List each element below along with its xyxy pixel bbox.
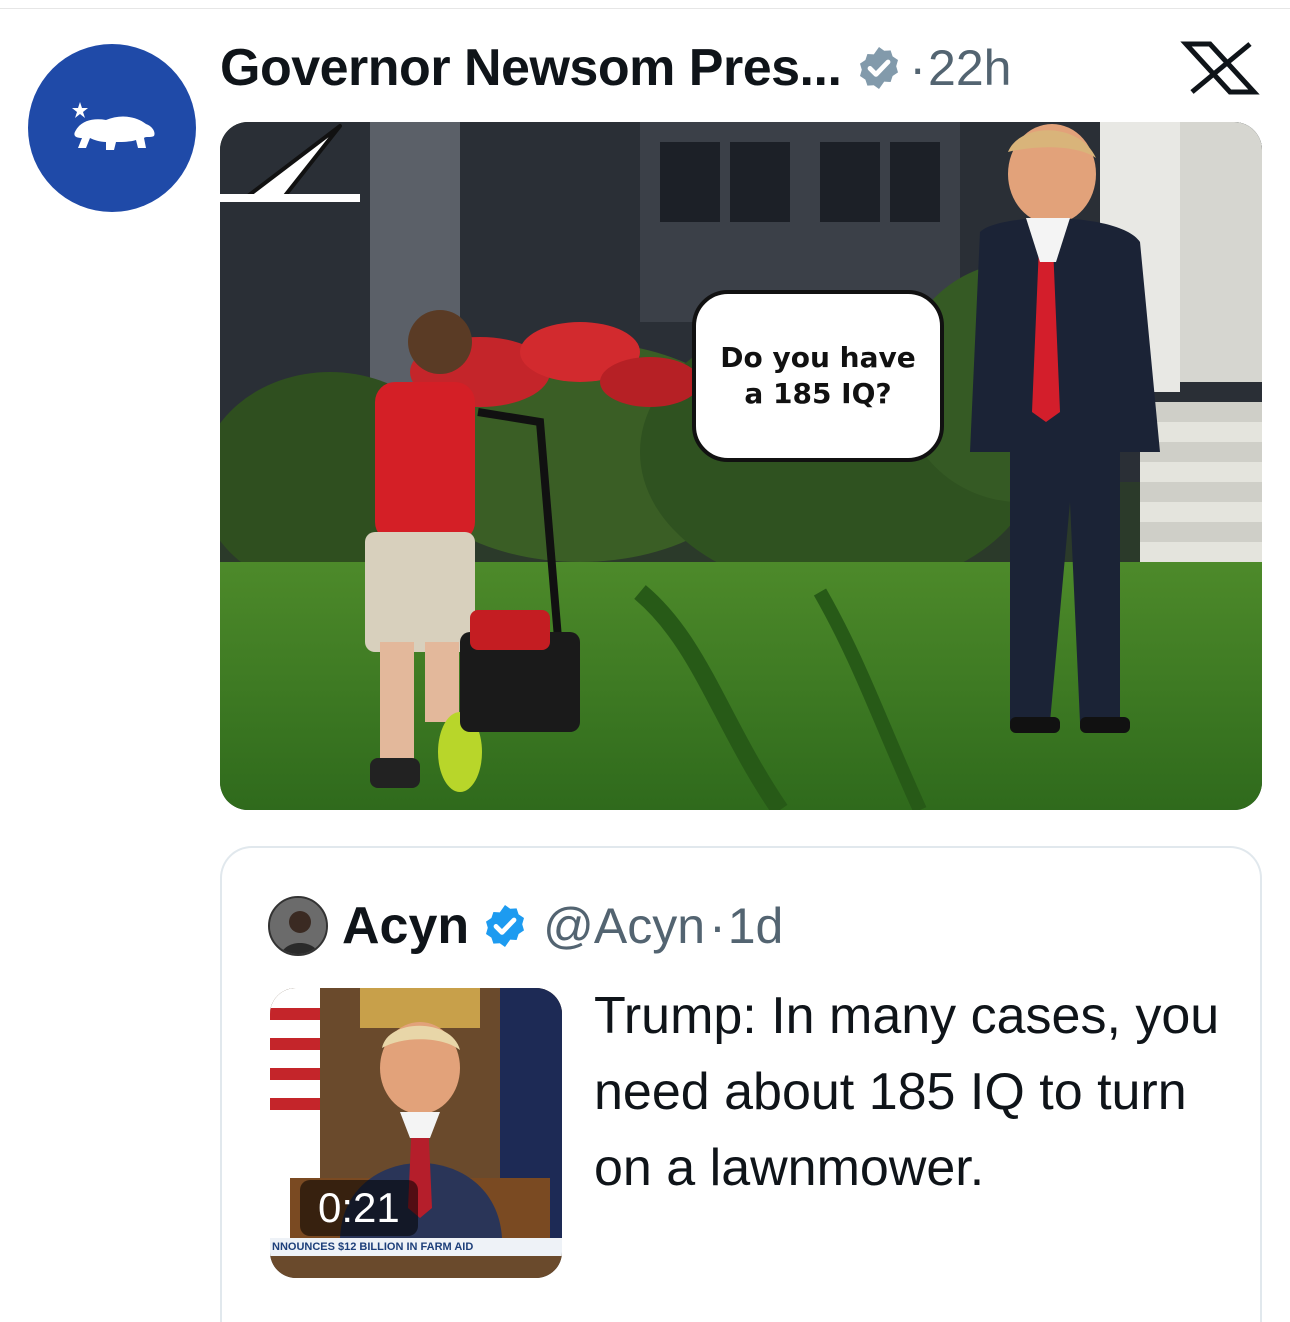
quoted-author-name[interactable]: Acyn bbox=[342, 896, 469, 956]
verified-badge-icon[interactable] bbox=[855, 44, 903, 92]
top-divider bbox=[0, 8, 1290, 9]
quoted-post-header: Acyn @Acyn · 1d bbox=[268, 894, 783, 958]
quoted-post-text: Trump: In many cases, you need about 185… bbox=[594, 987, 1220, 1197]
speech-bubble-tail bbox=[220, 124, 360, 202]
lawn-scene-illustration bbox=[220, 122, 1262, 810]
post-header: Governor Newsom Pres... · 22h bbox=[220, 36, 1011, 100]
speech-bubble-line-2: a 185 IQ? bbox=[744, 377, 892, 410]
x-logo-icon[interactable] bbox=[1180, 40, 1260, 96]
video-chyron: NNOUNCES $12 BILLION IN FARM AID bbox=[270, 1238, 562, 1256]
person-avatar-icon bbox=[270, 898, 326, 954]
quoted-author-avatar[interactable] bbox=[268, 896, 328, 956]
speech-bubble-line-1: Do you have bbox=[720, 341, 916, 374]
bear-emblem-icon bbox=[72, 102, 155, 150]
quoted-post-card[interactable]: Acyn @Acyn · 1d 0:21 NNOUNCES $12 BILLIO… bbox=[220, 846, 1262, 1322]
separator-dot: · bbox=[709, 898, 726, 954]
quoted-video-thumbnail[interactable]: 0:21 NNOUNCES $12 BILLION IN FARM AID bbox=[270, 988, 562, 1278]
speech-bubble: Do you have a 185 IQ? bbox=[692, 290, 944, 462]
post-timestamp[interactable]: 22h bbox=[928, 39, 1011, 97]
video-duration-badge: 0:21 bbox=[300, 1180, 418, 1236]
post-image[interactable]: Do you have a 185 IQ? bbox=[220, 122, 1262, 810]
quoted-post-timestamp[interactable]: 1d bbox=[728, 897, 784, 955]
author-avatar[interactable] bbox=[28, 44, 196, 212]
separator-dot: · bbox=[909, 40, 927, 96]
verified-badge-icon[interactable] bbox=[481, 902, 529, 950]
quoted-author-handle[interactable]: @Acyn bbox=[543, 897, 705, 955]
author-name[interactable]: Governor Newsom Pres... bbox=[220, 38, 842, 98]
